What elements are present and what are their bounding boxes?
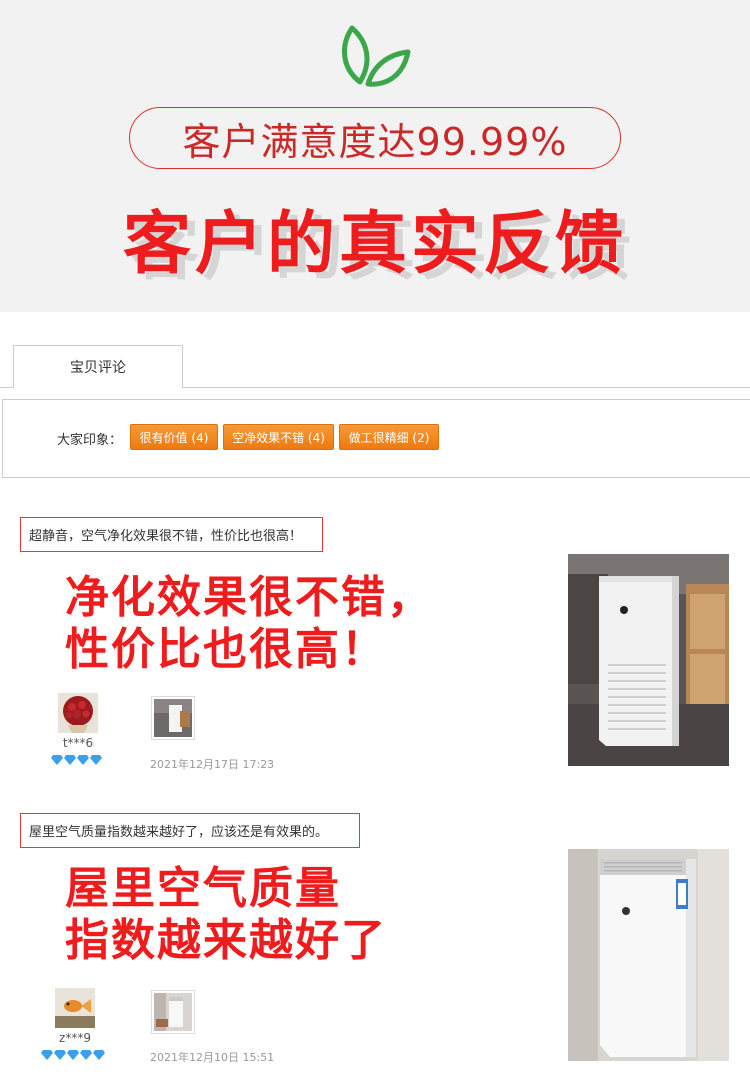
tab-bar: 宝贝评论 <box>0 345 750 388</box>
username: t***6 <box>62 736 94 750</box>
diamond-icon <box>67 1050 79 1060</box>
review-quote: 超静音，空气净化效果很不错，性价比也很高！ <box>20 517 323 552</box>
diamond-icon <box>77 755 89 765</box>
vip-rating <box>51 755 102 767</box>
review-thumbnail[interactable] <box>151 696 195 740</box>
diamond-icon <box>93 1050 105 1060</box>
tab-reviews[interactable]: 宝贝评论 <box>13 345 183 388</box>
impression-tag-craft[interactable]: 做工很精细 (2) <box>339 424 439 450</box>
diamond-icon <box>51 755 63 765</box>
vip-rating <box>41 1050 105 1062</box>
leaf-icon <box>341 25 411 87</box>
air-purifier-thumb-icon <box>154 993 192 1031</box>
diamond-icon <box>90 755 102 765</box>
air-purifier-thumb-icon <box>154 699 192 737</box>
diamond-icon <box>41 1050 53 1060</box>
review-photo[interactable] <box>568 849 729 1061</box>
impression-tag-value[interactable]: 很有价值 (4) <box>130 424 218 450</box>
air-purifier-photo-icon <box>568 849 729 1061</box>
goldfish-icon <box>55 988 95 1028</box>
diamond-icon <box>64 755 76 765</box>
review-photo[interactable] <box>568 554 729 766</box>
impression-tag-effect[interactable]: 空净效果不错 (4) <box>223 424 334 450</box>
review-highlight: 净化效果很不错， 性价比也很高！ <box>65 572 433 676</box>
username: z***9 <box>59 1031 91 1045</box>
highlight-line: 性价比也很高！ <box>65 624 387 675</box>
review-quote: 屋里空气质量指数越来越好了，应该还是有效果的。 <box>20 813 360 848</box>
review-highlight: 屋里空气质量 指数越来越好了 <box>65 863 387 967</box>
avatar[interactable] <box>55 988 95 1028</box>
impressions-label: 大家印象： <box>57 433 123 448</box>
highlight-line: 净化效果很不错， <box>65 572 433 623</box>
highlight-line: 屋里空气质量 <box>65 863 341 914</box>
review-date: 2021年12月17日 17:23 <box>150 758 275 771</box>
satisfaction-badge: 客户满意度达99.99% <box>129 107 621 169</box>
diamond-icon <box>80 1050 92 1060</box>
avatar[interactable] <box>58 693 98 733</box>
header-banner: 客户满意度达99.99% 客户的真实反馈 <box>0 0 750 312</box>
banner-title: 客户的真实反馈 <box>122 205 627 284</box>
rose-bouquet-icon <box>58 693 98 733</box>
air-purifier-photo-icon <box>568 554 729 766</box>
review-thumbnail[interactable] <box>151 990 195 1034</box>
highlight-line: 指数越来越好了 <box>65 915 387 966</box>
diamond-icon <box>54 1050 66 1060</box>
review-date: 2021年12月10日 15:51 <box>150 1051 275 1064</box>
